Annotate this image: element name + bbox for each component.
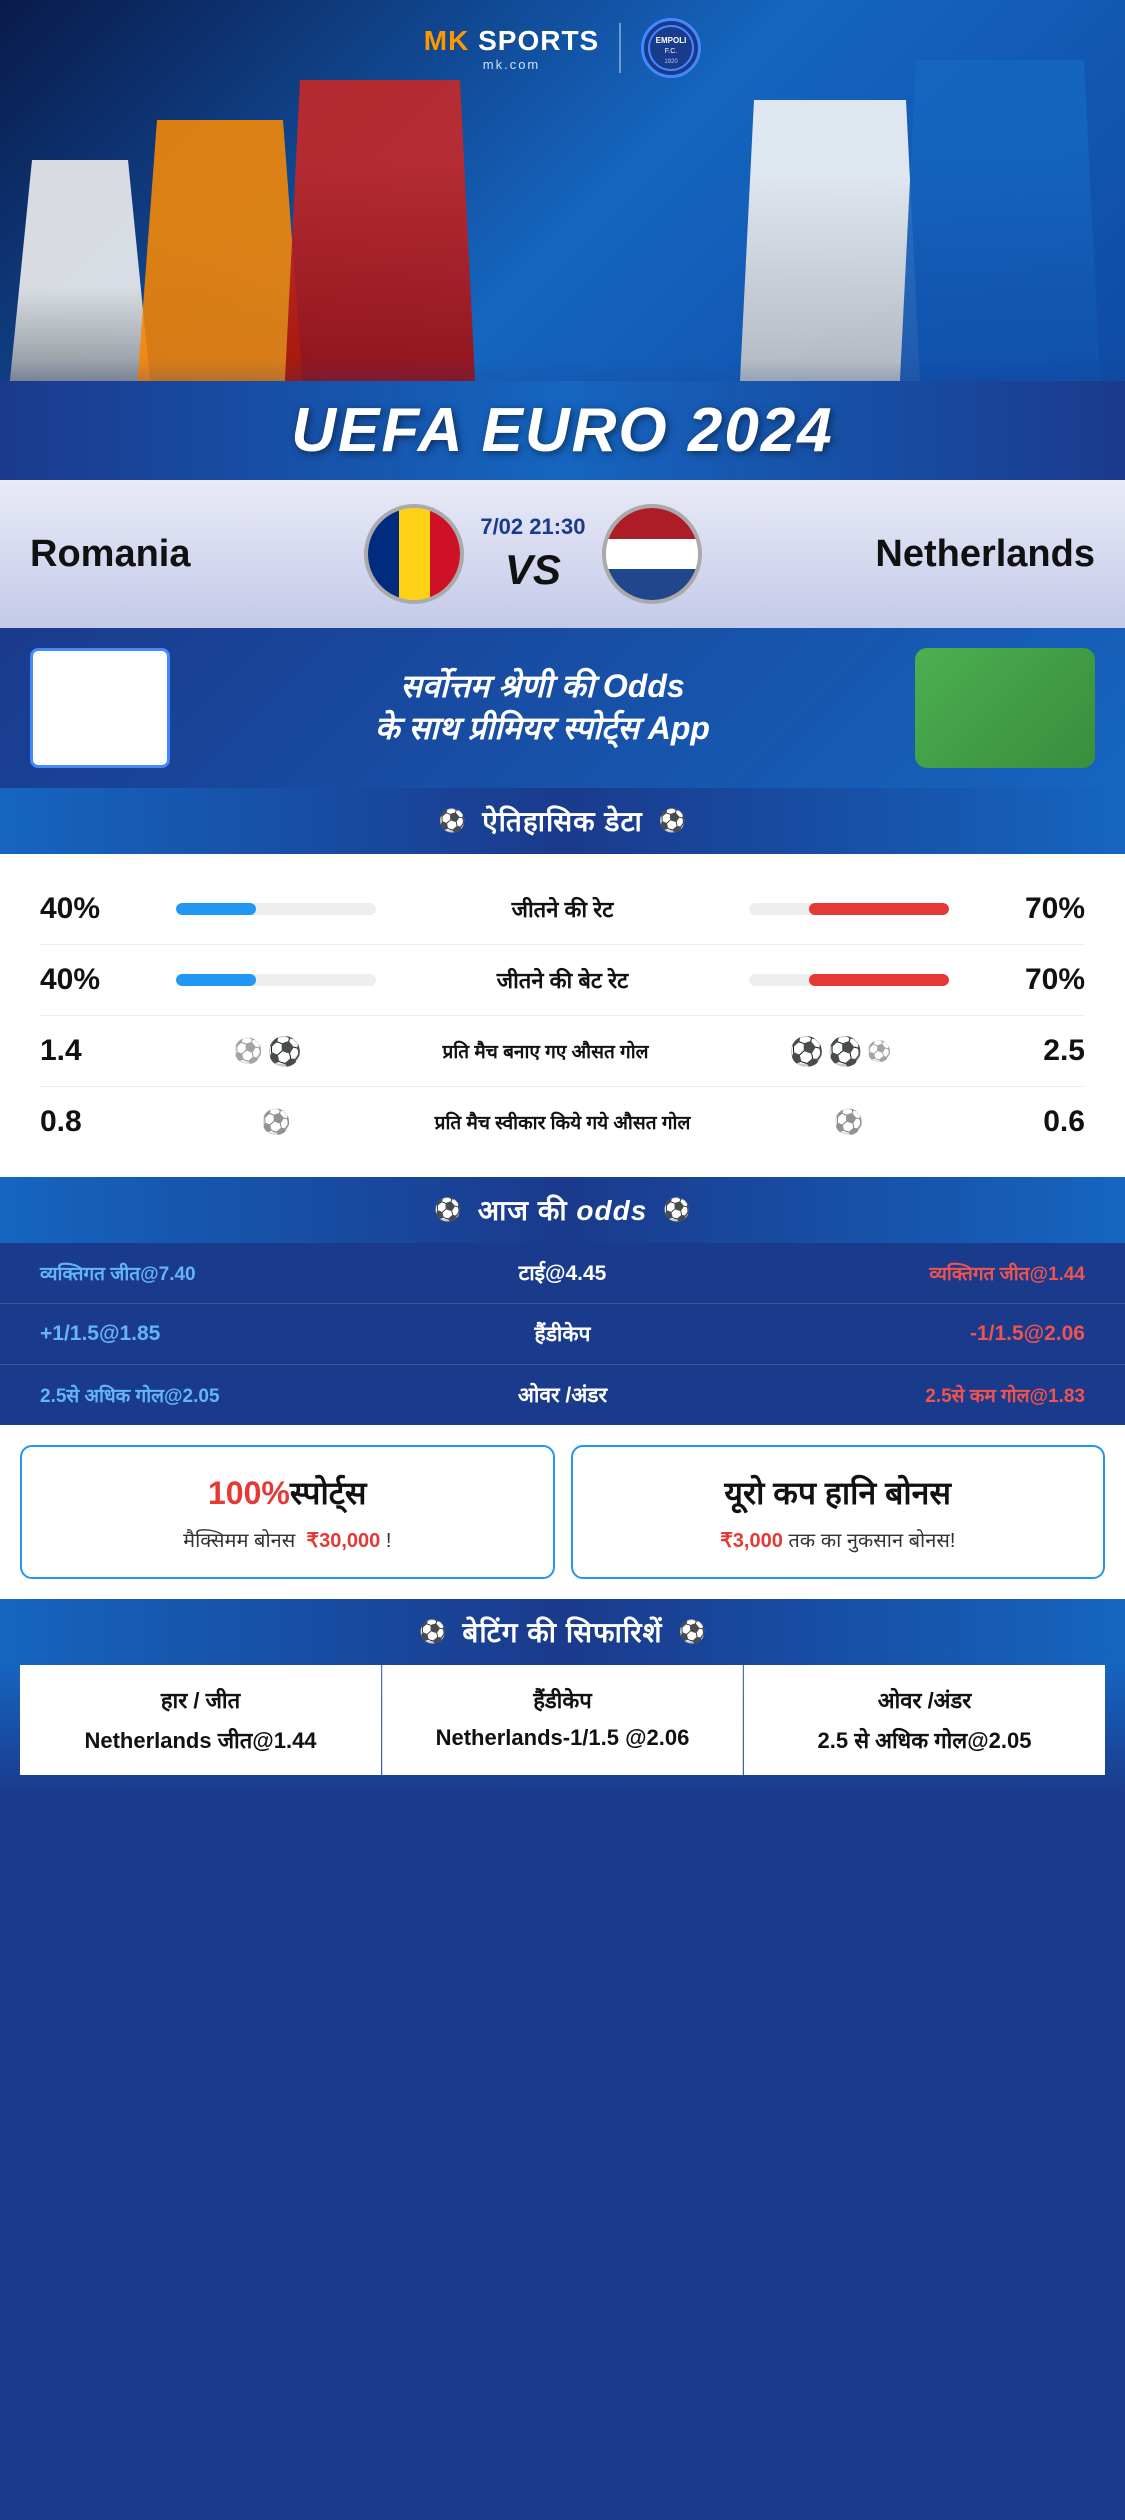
odds-ball-right: ⚽ — [663, 1197, 690, 1223]
team1-name: Romania — [30, 533, 190, 576]
team2-name: Netherlands — [875, 533, 1095, 576]
rec-label-1: हार / जीत — [34, 1685, 367, 1715]
odds-left-2[interactable]: +1/1.5@1.85 — [40, 1322, 388, 1346]
ad-box-left — [30, 648, 170, 768]
rec-value-1: Netherlands जीत@1.44 — [34, 1725, 367, 1755]
odds-left-1[interactable]: व्यक्तिगत जीत@7.40 — [40, 1260, 388, 1286]
rec-cell-1: हार / जीत Netherlands जीत@1.44 — [20, 1665, 381, 1775]
goals-conceded-row: 0.8 ⚽ प्रति मैच स्वीकार किये गये औसत गोल… — [40, 1087, 1085, 1157]
odds-header: ⚽ आज की odds ⚽ — [0, 1177, 1125, 1243]
rec-ball-left: ⚽ — [419, 1619, 446, 1645]
euro-title-bar: UEFA EURO 2024 — [0, 381, 1125, 480]
logo-bar: MK SPORTS mk.com EMPOLI F.C. 1920 — [424, 0, 701, 86]
match-center: 7/02 21:30 VS — [480, 514, 585, 594]
rec-value-3: 2.5 से अधिक गोल@2.05 — [758, 1725, 1091, 1755]
bonus-text-2: ₹3,000 तक का नुकसान बोनस! — [589, 1526, 1088, 1553]
goals-conceded-icons-right: ⚽ — [834, 1108, 864, 1137]
odds-row-3[interactable]: 2.5से अधिक गोल@2.05 ओवर /अंडर 2.5से कम ग… — [0, 1365, 1125, 1425]
odds-center-3: ओवर /अंडर — [388, 1381, 736, 1409]
odds-center-2: हैंडीकेप — [388, 1320, 736, 1348]
odds-left-3[interactable]: 2.5से अधिक गोल@2.05 — [40, 1382, 388, 1408]
bet-rate-row: 40% जीतने की बेट रेट 70% — [40, 945, 1085, 1016]
rec-label-3: ओवर /अंडर — [758, 1685, 1091, 1715]
goals-scored-row: 1.4 ⚽ ⚽ प्रति मैच बनाए गए औसत गोल ⚽ ⚽ ⚽ … — [40, 1016, 1085, 1087]
euro-title: UEFA EURO 2024 — [0, 395, 1125, 466]
odds-right-1[interactable]: व्यक्तिगत जीत@1.44 — [737, 1260, 1085, 1286]
stats-section: 40% जीतने की रेट 70% 40% जीतने की बेट रे… — [0, 854, 1125, 1177]
odds-ball-left: ⚽ — [434, 1197, 461, 1223]
ad-line1: सर्वोत्तम श्रेणी की Odds — [400, 668, 684, 704]
bet-rate-label: जीतने की बेट रेट — [433, 965, 693, 995]
ad-banner: सर्वोत्तम श्रेणी की Odds के साथ प्रीमियर… — [0, 628, 1125, 788]
rec-label-2: हैंडीकेप — [397, 1685, 728, 1715]
bet-rate-bar-right — [749, 974, 949, 986]
partner-logo: EMPOLI F.C. 1920 — [641, 18, 701, 78]
goals-conceded-left: 0.8 — [40, 1105, 120, 1139]
odds-right-2[interactable]: -1/1.5@2.06 — [737, 1322, 1085, 1346]
odds-center-1: टाई@4.45 — [388, 1259, 736, 1287]
historic-header: ⚽ ऐतिहासिक डेटा ⚽ — [0, 788, 1125, 854]
bonus-card-2[interactable]: यूरो कप हानि बोनस ₹3,000 तक का नुकसान बो… — [571, 1445, 1106, 1579]
rec-grid: हार / जीत Netherlands जीत@1.44 हैंडीकेप … — [20, 1665, 1105, 1775]
goals-conceded-right: 0.6 — [1005, 1105, 1085, 1139]
mk-logo: MK SPORTS mk.com — [424, 25, 599, 72]
hero-section: MK SPORTS mk.com EMPOLI F.C. 1920 UEFA E… — [0, 0, 1125, 480]
brand-domain: mk.com — [483, 57, 541, 72]
win-rate-bar-right — [749, 903, 949, 915]
odds-right-3[interactable]: 2.5से कम गोल@1.83 — [737, 1382, 1085, 1408]
odds-row-1[interactable]: व्यक्तिगत जीत@7.40 टाई@4.45 व्यक्तिगत जी… — [0, 1243, 1125, 1304]
goals-conceded-label: प्रति मैच स्वीकार किये गये औसत गोल — [432, 1109, 692, 1135]
ad-box-right — [915, 648, 1095, 768]
soccer-ball-icon-right: ⚽ — [659, 808, 686, 834]
vs-text: VS — [505, 546, 561, 594]
win-rate-bar-left — [176, 903, 376, 915]
rec-title: बेटिंग की सिफारिशें — [462, 1613, 662, 1651]
goals-scored-right: 2.5 — [1005, 1034, 1085, 1068]
rec-cell-3: ओवर /अंडर 2.5 से अधिक गोल@2.05 — [744, 1665, 1105, 1775]
bonus-title-2: यूरो कप हानि बोनस — [589, 1471, 1088, 1514]
win-rate-left: 40% — [40, 892, 120, 926]
bonus-card-1[interactable]: 100%स्पोर्ट्स मैक्सिमम बोनस ₹30,000 ! — [20, 1445, 555, 1579]
rec-section: हार / जीत Netherlands जीत@1.44 हैंडीकेप … — [0, 1665, 1125, 1795]
rec-header: ⚽ बेटिंग की सिफारिशें ⚽ — [0, 1599, 1125, 1665]
match-date: 7/02 21:30 — [480, 514, 585, 540]
bottom-spacer — [0, 1795, 1125, 1835]
match-section: Romania 7/02 21:30 VS Netherlands — [0, 480, 1125, 628]
rec-ball-right: ⚽ — [679, 1619, 706, 1645]
historic-title: ऐतिहासिक डेटा — [482, 802, 643, 840]
bet-rate-left: 40% — [40, 963, 120, 997]
odds-section: व्यक्तिगत जीत@7.40 टाई@4.45 व्यक्तिगत जी… — [0, 1243, 1125, 1425]
rec-cell-2: हैंडीकेप Netherlands-1/1.5 @2.06 — [382, 1665, 743, 1775]
brand-name: MK SPORTS — [424, 25, 599, 57]
goals-scored-label: प्रति मैच बनाए गए औसत गोल — [416, 1038, 676, 1064]
goals-scored-icons-right: ⚽ ⚽ ⚽ — [789, 1035, 892, 1068]
odds-row-2[interactable]: +1/1.5@1.85 हैंडीकेप -1/1.5@2.06 — [0, 1304, 1125, 1365]
goals-conceded-icons-left: ⚽ — [261, 1108, 291, 1137]
soccer-ball-icon-left: ⚽ — [439, 808, 466, 834]
bonus-text-1: मैक्सिमम बोनस ₹30,000 ! — [38, 1526, 537, 1553]
win-rate-row: 40% जीतने की रेट 70% — [40, 874, 1085, 945]
svg-text:EMPOLI: EMPOLI — [656, 36, 687, 45]
logo-divider — [619, 23, 621, 73]
svg-text:1920: 1920 — [665, 59, 679, 65]
win-rate-label: जीतने की रेट — [433, 894, 693, 924]
win-rate-right: 70% — [1005, 892, 1085, 926]
goals-scored-left: 1.4 — [40, 1034, 120, 1068]
bonus-section: 100%स्पोर्ट्स मैक्सिमम बोनस ₹30,000 ! यू… — [0, 1425, 1125, 1599]
bet-rate-right: 70% — [1005, 963, 1085, 997]
ad-line2: के साथ प्रीमियर स्पोर्ट्स App — [375, 710, 710, 746]
ad-text: सर्वोत्तम श्रेणी की Odds के साथ प्रीमियर… — [190, 666, 895, 749]
team2-flag — [602, 504, 702, 604]
goals-scored-icons-left: ⚽ ⚽ — [233, 1035, 302, 1068]
svg-text:F.C.: F.C. — [665, 48, 678, 55]
bonus-title-1: 100%स्पोर्ट्स — [38, 1471, 537, 1514]
team1-flag — [364, 504, 464, 604]
bet-rate-bar-left — [176, 974, 376, 986]
odds-title: आज की odds — [478, 1191, 648, 1229]
rec-value-2: Netherlands-1/1.5 @2.06 — [397, 1725, 728, 1751]
